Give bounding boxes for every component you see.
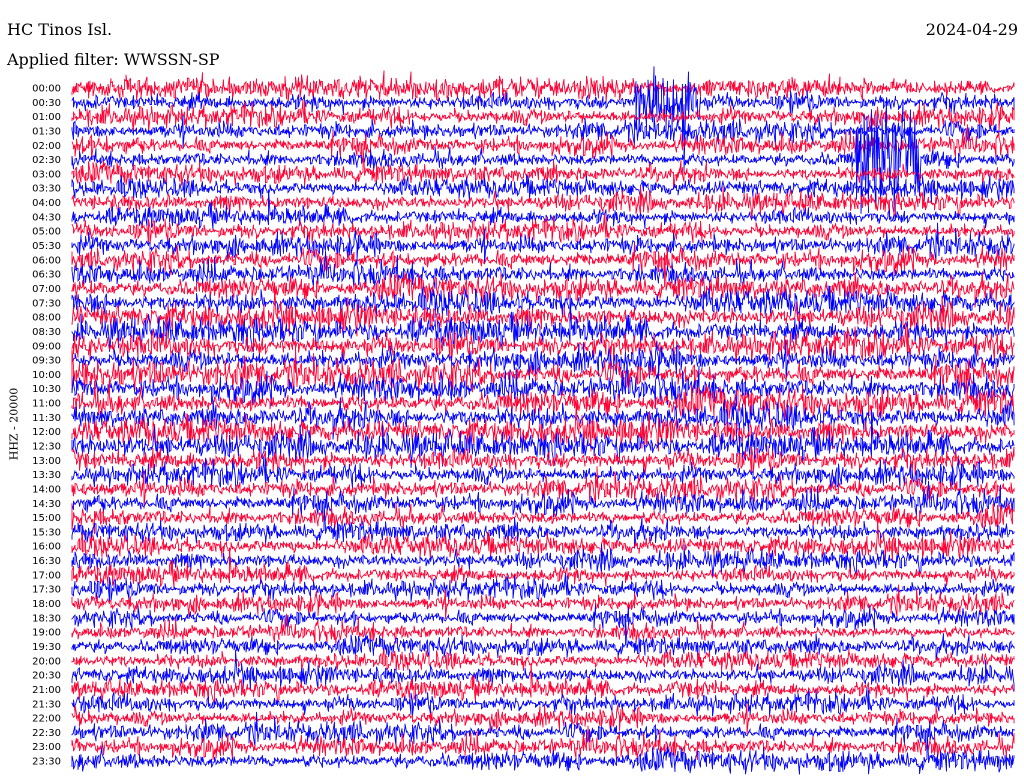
time-tick-label: 15:00 — [32, 513, 61, 524]
trace-row — [71, 649, 1015, 692]
time-tick-label: 09:30 — [32, 356, 61, 367]
time-tick-label: 12:00 — [32, 427, 61, 438]
time-tick-label: 07:00 — [32, 284, 61, 295]
time-tick-label: 02:00 — [32, 141, 61, 152]
time-tick-label: 13:30 — [32, 470, 61, 481]
time-tick-label: 07:30 — [32, 298, 61, 309]
time-tick-label: 01:30 — [32, 127, 61, 138]
time-tick-label: 08:30 — [32, 327, 61, 338]
time-tick-label: 01:00 — [32, 112, 61, 123]
time-tick-label: 14:00 — [32, 485, 61, 496]
time-tick-label: 10:00 — [32, 370, 61, 381]
station-title: HC Tinos Isl. — [7, 20, 113, 39]
time-tick-label: 11:30 — [32, 413, 61, 424]
time-tick-label: 05:30 — [32, 241, 61, 252]
time-tick-label: 20:30 — [32, 671, 61, 682]
time-tick-label: 00:00 — [32, 84, 61, 95]
time-tick-label: 17:00 — [32, 570, 61, 581]
seismic-traces — [71, 66, 1015, 775]
time-tick-label: 08:00 — [32, 313, 61, 324]
time-tick-label: 21:00 — [32, 685, 61, 696]
time-tick-label: 00:30 — [32, 98, 61, 109]
time-tick-label: 06:00 — [32, 255, 61, 266]
time-tick-label: 21:30 — [32, 699, 61, 710]
time-tick-label: 16:30 — [32, 556, 61, 567]
time-tick-label: 03:00 — [32, 169, 61, 180]
time-tick-label: 14:30 — [32, 499, 61, 510]
time-tick-label: 10:30 — [32, 384, 61, 395]
time-tick-label: 03:30 — [32, 184, 61, 195]
filter-label: Applied filter: WWSSN-SP — [7, 50, 220, 69]
trace-row — [71, 501, 1015, 549]
y-axis-label: HHZ - 20000 — [7, 387, 21, 461]
time-tick-label: 13:00 — [32, 456, 61, 467]
time-tick-label: 19:30 — [32, 642, 61, 653]
time-tick-label: 17:30 — [32, 585, 61, 596]
time-tick-label: 04:30 — [32, 212, 61, 223]
time-tick-label: 11:00 — [32, 399, 61, 410]
trace-row — [71, 618, 1015, 662]
time-tick-label: 04:00 — [32, 198, 61, 209]
time-tick-label: 05:00 — [32, 227, 61, 238]
time-tick-labels: 00:00 00:30 01:00 01:30 02:00 02:30 03:00 03:30… — [32, 84, 61, 768]
time-tick-label: 16:00 — [32, 542, 61, 553]
time-tick-label: 23:30 — [32, 757, 61, 768]
record-date: 2024-04-29 — [925, 20, 1018, 39]
trace-row — [71, 70, 1015, 104]
trace-row — [71, 502, 1015, 535]
time-tick-label: 15:30 — [32, 527, 61, 538]
helicorder-chart: 00:00 00:30 01:00 01:30 02:00 02:30 03:00 03:30… — [32, 66, 1015, 775]
time-tick-label: 22:30 — [32, 728, 61, 739]
time-tick-label: 09:00 — [32, 341, 61, 352]
time-tick-label: 06:30 — [32, 270, 61, 281]
time-tick-label: 20:00 — [32, 656, 61, 667]
time-tick-label: 12:30 — [32, 442, 61, 453]
time-tick-label: 22:00 — [32, 714, 61, 725]
time-tick-label: 23:00 — [32, 742, 61, 753]
time-tick-label: 19:00 — [32, 628, 61, 639]
time-tick-label: 18:30 — [32, 613, 61, 624]
time-tick-label: 18:00 — [32, 599, 61, 610]
time-tick-label: 02:30 — [32, 155, 61, 166]
